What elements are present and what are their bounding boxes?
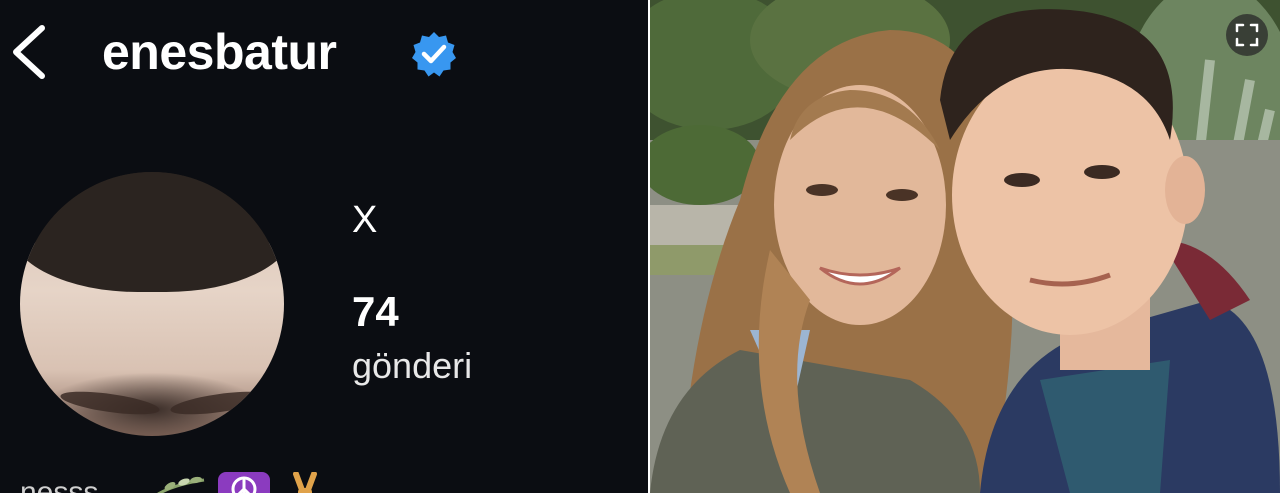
- couple-photo-illustration: [650, 0, 1280, 493]
- profile-panel: enesbatur X 74 gönderi nesss: [0, 0, 648, 493]
- expand-icon: [1235, 23, 1259, 47]
- peace-symbol-icon: [218, 472, 270, 493]
- posts-label[interactable]: gönderi: [352, 344, 472, 388]
- olive-branch-icon: [157, 476, 205, 493]
- bio-fragment: nesss: [20, 476, 99, 493]
- posts-count[interactable]: 74: [352, 288, 399, 336]
- profile-avatar[interactable]: [20, 172, 284, 436]
- avatar-hair: [20, 172, 284, 292]
- profile-username: enesbatur: [102, 24, 337, 80]
- avatar-brow-left: [59, 387, 161, 419]
- expand-button[interactable]: [1226, 14, 1268, 56]
- verified-badge-icon: [410, 30, 458, 78]
- profile-display-name: X: [352, 199, 378, 241]
- back-button[interactable]: [10, 22, 50, 82]
- chevron-left-icon: [13, 25, 45, 79]
- victory-hand-icon: [293, 472, 317, 493]
- bio-strip: nesss: [0, 466, 648, 493]
- avatar-brow-right: [169, 387, 271, 419]
- couple-photo: [650, 0, 1280, 493]
